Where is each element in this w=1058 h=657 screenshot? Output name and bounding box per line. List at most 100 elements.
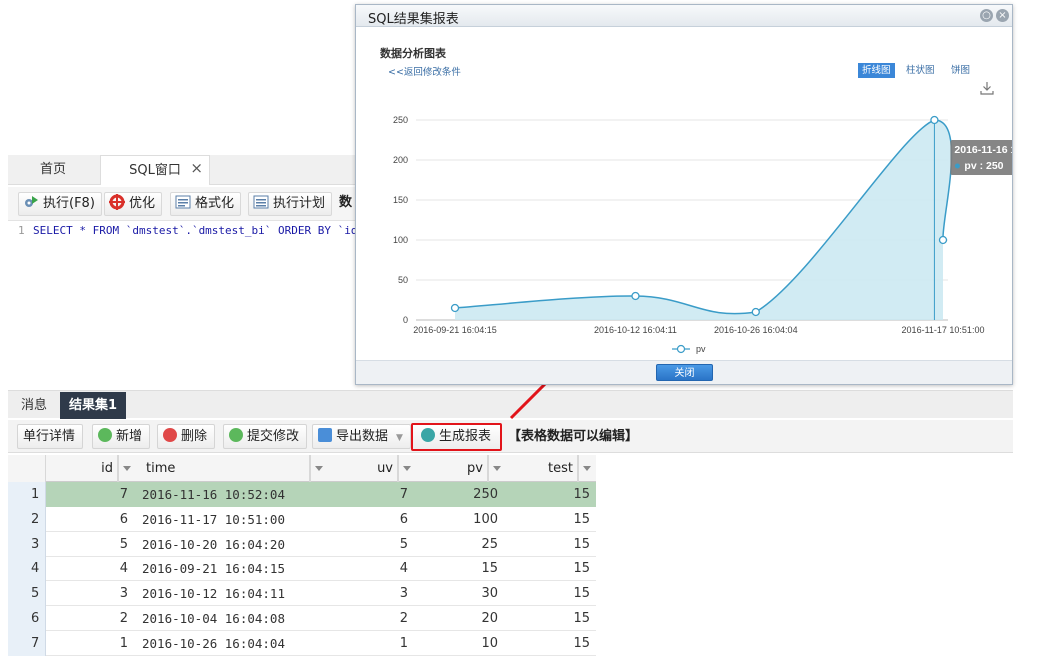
close-button[interactable]: 关闭	[656, 364, 713, 381]
sort-arrow-icon[interactable]	[118, 455, 134, 482]
cell-test[interactable]: 15	[504, 507, 596, 532]
row-number[interactable]: 7	[8, 630, 46, 656]
data-point[interactable]	[930, 115, 939, 125]
table-row[interactable]: 2 6 2016-11-17 10:51:00 6 100 15	[8, 506, 596, 532]
row-detail-button[interactable]: 单行详情	[17, 424, 84, 449]
back-to-conditions-link[interactable]: <<返回修改条件	[388, 64, 461, 78]
cell-uv[interactable]: 7	[326, 482, 414, 507]
cell-pv[interactable]: 15	[414, 556, 504, 581]
tab-home[interactable]: 首页	[18, 155, 88, 185]
cell-time[interactable]: 2016-09-21 16:04:15	[134, 556, 326, 581]
execute-button[interactable]: 执行(F8)	[18, 192, 102, 216]
table-row[interactable]: 7 1 2016-10-26 16:04:04 1 10 15	[8, 630, 596, 656]
tab-sql-window[interactable]: SQL窗口 ×	[100, 155, 210, 185]
cell-pv[interactable]: 20	[414, 606, 504, 631]
cell-pv[interactable]: 250	[414, 482, 504, 507]
column-header-time[interactable]: time	[134, 455, 310, 482]
cell-time[interactable]: 2016-10-20 16:04:20	[134, 532, 326, 557]
close-icon[interactable]: ×	[996, 9, 1009, 22]
data-point[interactable]	[751, 307, 760, 317]
format-icon	[175, 195, 191, 209]
cell-test[interactable]: 15	[504, 606, 596, 631]
cell-pv[interactable]: 30	[414, 581, 504, 606]
column-header-pv[interactable]: pv	[414, 455, 488, 482]
cell-time[interactable]: 2016-10-26 16:04:04	[134, 631, 326, 656]
row-number[interactable]: 2	[8, 506, 46, 532]
cell-pv[interactable]: 25	[414, 532, 504, 557]
chart-type-bar[interactable]: 柱状图	[902, 63, 939, 78]
close-icon[interactable]: ×	[190, 153, 203, 183]
tab-sql-window-label: SQL窗口	[129, 163, 181, 178]
tab-result-set-1[interactable]: 结果集1	[60, 392, 126, 419]
sql-editor[interactable]: 1 SELECT * FROM `dmstest`.`dmstest_bi` O…	[8, 221, 358, 385]
cell-test[interactable]: 15	[504, 556, 596, 581]
cell-uv[interactable]: 6	[326, 507, 414, 532]
tab-messages[interactable]: 消息	[14, 392, 54, 419]
cell-id[interactable]: 2	[46, 606, 134, 631]
row-number[interactable]: 3	[8, 531, 46, 557]
cell-uv[interactable]: 4	[326, 556, 414, 581]
cell-id[interactable]: 1	[46, 631, 134, 656]
row-number[interactable]: 1	[8, 482, 46, 507]
table-row[interactable]: 5 3 2016-10-12 16:04:11 3 30 15	[8, 581, 596, 607]
sort-arrow-icon[interactable]	[488, 455, 504, 482]
format-button[interactable]: 格式化	[170, 192, 242, 216]
cell-time[interactable]: 2016-10-12 16:04:11	[134, 581, 326, 606]
data-point[interactable]	[631, 291, 640, 301]
y-tick-label: 100	[393, 235, 408, 245]
table-row[interactable]: 1 7 2016-11-16 10:52:04 7 250 15	[8, 482, 596, 507]
cell-test[interactable]: 15	[504, 532, 596, 557]
cell-id[interactable]: 4	[46, 556, 134, 581]
gear-run-icon	[25, 196, 38, 207]
export-data-button[interactable]: 导出数据 ▼	[312, 424, 411, 449]
chart-type-line[interactable]: 折线图	[858, 63, 895, 78]
cell-id[interactable]: 7	[46, 482, 134, 507]
cell-test[interactable]: 15	[504, 581, 596, 606]
cell-test[interactable]: 15	[504, 631, 596, 656]
add-button[interactable]: 新增	[92, 424, 151, 449]
table-row[interactable]: 4 4 2016-09-21 16:04:15 4 15 15	[8, 556, 596, 582]
chart-type-pie[interactable]: 饼图	[947, 63, 974, 78]
cell-pv[interactable]: 100	[414, 507, 504, 532]
column-header-test[interactable]: test	[504, 455, 578, 482]
cell-test[interactable]: 15	[504, 482, 596, 507]
minus-circle-icon	[163, 428, 177, 442]
sort-arrow-icon[interactable]	[310, 455, 326, 482]
cell-time[interactable]: 2016-11-17 10:51:00	[134, 507, 326, 532]
table-row[interactable]: 3 5 2016-10-20 16:04:20 5 25 15	[8, 531, 596, 557]
cell-uv[interactable]: 5	[326, 532, 414, 557]
generate-report-button[interactable]: 生成报表	[411, 423, 503, 451]
sql-code[interactable]: SELECT * FROM `dmstest`.`dmstest_bi` ORD…	[33, 224, 358, 237]
legend-marker	[676, 344, 686, 354]
submit-changes-button[interactable]: 提交修改	[223, 424, 308, 449]
plus-circle-icon	[98, 428, 112, 442]
column-header-uv[interactable]: uv	[326, 455, 398, 482]
cell-uv[interactable]: 3	[326, 581, 414, 606]
cell-id[interactable]: 6	[46, 507, 134, 532]
data-point[interactable]	[938, 235, 948, 245]
row-number[interactable]: 5	[8, 581, 46, 607]
tooltip-value: pv : 250	[964, 160, 1003, 172]
x-tick-label: 2016-11-17 10:51:00	[902, 325, 985, 335]
delete-button[interactable]: 删除	[157, 424, 216, 449]
data-point[interactable]	[450, 303, 460, 313]
chart-legend[interactable]: pv	[672, 344, 706, 354]
restore-icon[interactable]: ○	[980, 9, 993, 22]
cell-pv[interactable]: 10	[414, 631, 504, 656]
download-icon[interactable]	[980, 81, 994, 95]
cell-id[interactable]: 3	[46, 581, 134, 606]
cell-time[interactable]: 2016-11-16 10:52:04	[134, 482, 326, 507]
explain-plan-button[interactable]: 执行计划	[248, 192, 333, 216]
row-number[interactable]: 4	[8, 556, 46, 582]
cell-time[interactable]: 2016-10-04 16:04:08	[134, 606, 326, 631]
cell-uv[interactable]: 2	[326, 606, 414, 631]
table-row[interactable]: 6 2 2016-10-04 16:04:08 2 20 15	[8, 606, 596, 631]
row-number[interactable]: 6	[8, 606, 46, 631]
cell-uv[interactable]: 1	[326, 631, 414, 656]
sort-arrow-icon[interactable]	[398, 455, 414, 482]
cell-id[interactable]: 5	[46, 532, 134, 557]
editable-note: 【表格数据可以编辑】	[508, 429, 639, 444]
optimize-button[interactable]: 优化	[104, 192, 163, 216]
sort-arrow-icon[interactable]	[578, 455, 594, 482]
column-header-id[interactable]: id	[46, 455, 118, 482]
